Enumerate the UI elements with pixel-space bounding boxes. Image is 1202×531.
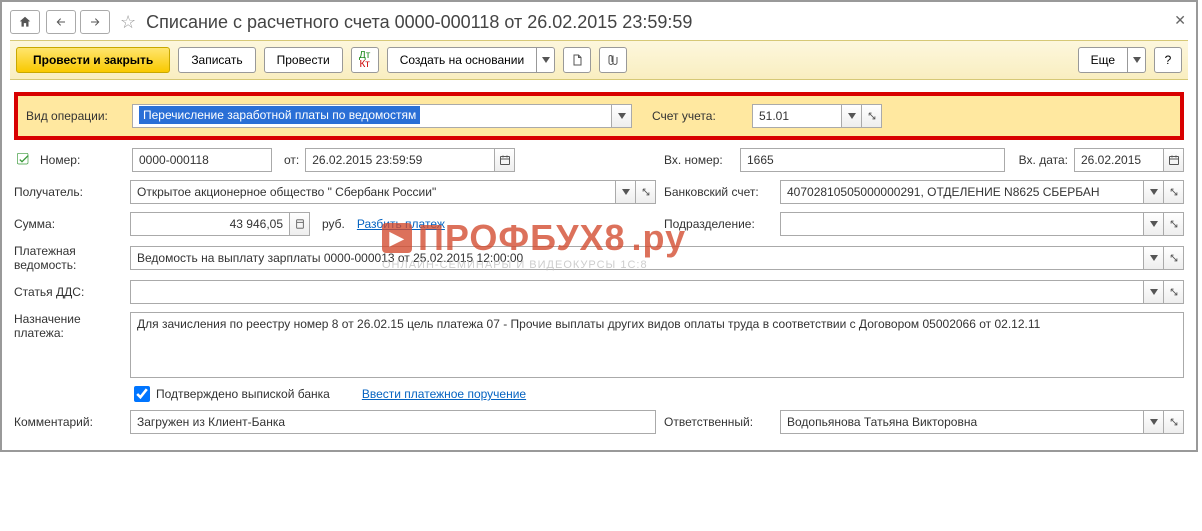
in-date-input[interactable]: [1074, 148, 1164, 172]
purpose-textarea[interactable]: [130, 312, 1184, 378]
currency-label: руб.: [316, 217, 351, 231]
recipient-label: Получатель:: [14, 185, 124, 199]
debit-credit-button[interactable]: ДтКт: [351, 47, 379, 73]
create-based-on-button[interactable]: Создать на основании: [387, 47, 538, 73]
number-input[interactable]: [132, 148, 272, 172]
home-button[interactable]: [10, 10, 40, 34]
recipient-input[interactable]: [130, 180, 616, 204]
operation-type-input[interactable]: Перечисление заработной платы по ведомос…: [132, 104, 612, 128]
attachment-icon-button[interactable]: [599, 47, 627, 73]
amount-input[interactable]: [130, 212, 290, 236]
in-number-input[interactable]: [740, 148, 1005, 172]
toolbar: Провести и закрыть Записать Провести ДтК…: [10, 40, 1188, 80]
open-icon[interactable]: [1164, 212, 1184, 236]
post-button[interactable]: Провести: [264, 47, 343, 73]
open-icon[interactable]: [1164, 246, 1184, 270]
operation-type-label: Вид операции:: [26, 109, 132, 123]
comment-input[interactable]: [130, 410, 656, 434]
page-title: Списание с расчетного счета 0000-000118 …: [146, 12, 692, 33]
calculator-icon[interactable]: [290, 212, 310, 236]
save-button[interactable]: Записать: [178, 47, 255, 73]
in-number-label: Вх. номер:: [664, 153, 734, 167]
file-icon-button[interactable]: [563, 47, 591, 73]
post-and-close-button[interactable]: Провести и закрыть: [16, 47, 170, 73]
account-label: Счет учета:: [652, 109, 752, 123]
dropdown-icon[interactable]: [1144, 212, 1164, 236]
pay-list-input[interactable]: [130, 246, 1144, 270]
purpose-label: Назначение платежа:: [14, 312, 124, 340]
comment-label: Комментарий:: [14, 415, 124, 429]
account-input[interactable]: [752, 104, 842, 128]
titlebar: ☆ Списание с расчетного счета 0000-00011…: [10, 10, 1188, 40]
open-icon[interactable]: [1164, 180, 1184, 204]
open-icon[interactable]: [1164, 410, 1184, 434]
subdivision-input[interactable]: [780, 212, 1144, 236]
dropdown-icon[interactable]: [1144, 246, 1164, 270]
status-check-icon: [14, 152, 34, 168]
responsible-input[interactable]: [780, 410, 1144, 434]
chevron-down-icon[interactable]: [537, 47, 555, 73]
from-label: от:: [284, 153, 299, 167]
split-payment-link[interactable]: Разбить платеж: [357, 217, 445, 231]
back-button[interactable]: [46, 10, 76, 34]
dds-input[interactable]: [130, 280, 1144, 304]
calendar-icon[interactable]: [495, 148, 515, 172]
more-button[interactable]: Еще: [1078, 47, 1128, 73]
close-icon[interactable]: ✕: [1174, 12, 1186, 29]
dropdown-icon[interactable]: [1144, 280, 1164, 304]
chevron-down-icon[interactable]: [1128, 47, 1146, 73]
number-label: Номер:: [40, 153, 126, 167]
calendar-icon[interactable]: [1164, 148, 1184, 172]
dropdown-icon[interactable]: [616, 180, 636, 204]
operation-type-row: Вид операции: Перечисление заработной пл…: [14, 92, 1184, 140]
bank-account-input[interactable]: [780, 180, 1144, 204]
pay-list-label: Платежная ведомость:: [14, 244, 124, 272]
help-button[interactable]: ?: [1154, 47, 1182, 73]
dropdown-icon[interactable]: [1144, 180, 1164, 204]
forward-button[interactable]: [80, 10, 110, 34]
date-input[interactable]: [305, 148, 495, 172]
favorite-star-icon[interactable]: ☆: [120, 12, 136, 33]
create-based-on-combo[interactable]: Создать на основании: [387, 47, 556, 73]
enter-payorder-link[interactable]: Ввести платежное поручение: [362, 387, 526, 401]
amount-label: Сумма:: [14, 217, 124, 231]
in-date-label: Вх. дата:: [1019, 153, 1068, 167]
dropdown-icon[interactable]: [612, 104, 632, 128]
dropdown-icon[interactable]: [1144, 410, 1164, 434]
confirmed-label: Подтверждено выпиской банка: [156, 387, 330, 401]
open-icon[interactable]: [862, 104, 882, 128]
dropdown-icon[interactable]: [842, 104, 862, 128]
open-icon[interactable]: [636, 180, 656, 204]
responsible-label: Ответственный:: [664, 415, 774, 429]
bank-account-label: Банковский счет:: [664, 185, 774, 199]
confirmed-checkbox[interactable]: [134, 386, 150, 402]
more-combo[interactable]: Еще: [1078, 47, 1146, 73]
subdivision-label: Подразделение:: [664, 217, 774, 231]
dds-label: Статья ДДС:: [14, 285, 124, 299]
open-icon[interactable]: [1164, 280, 1184, 304]
